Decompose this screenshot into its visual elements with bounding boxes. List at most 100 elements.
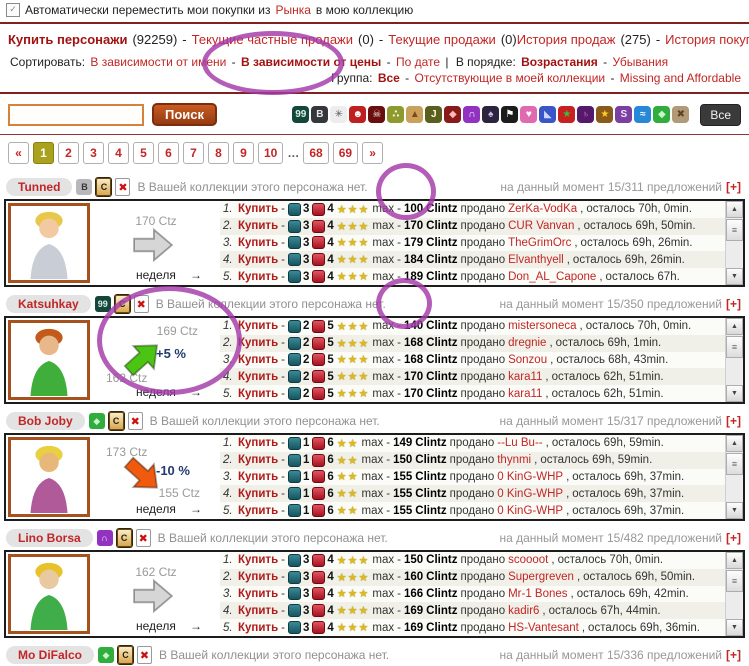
scroll-down-icon[interactable]: ▼ [726, 385, 743, 402]
page-link[interactable]: 9 [233, 142, 254, 164]
scroll-up-icon[interactable]: ▲ [726, 552, 743, 569]
scrollbar-track[interactable] [726, 241, 743, 268]
page-link[interactable]: » [362, 142, 384, 164]
clan-la-junta-mask[interactable]: ☻ [349, 106, 367, 123]
order-ascending[interactable]: Возрастания [521, 55, 598, 69]
buy-link[interactable]: Купить [238, 505, 278, 517]
expand-offers-button[interactable]: [+] [726, 414, 741, 428]
clan-pussycats[interactable]: ♥ [520, 106, 538, 123]
clan-sakrohm-star[interactable]: ★ [558, 106, 576, 123]
nav-purchase-history[interactable]: История покупок [665, 32, 749, 47]
seller-link[interactable]: kara11 [508, 388, 542, 400]
scrollbar-thumb[interactable]: ≡ [726, 336, 743, 358]
seller-link[interactable]: ZerKa-VodKa [508, 203, 577, 215]
scrollbar-thumb[interactable]: ≡ [726, 453, 743, 475]
page-link[interactable]: 7 [183, 142, 204, 164]
page-link[interactable]: … [287, 143, 299, 163]
page-link[interactable]: 3 [83, 142, 104, 164]
scroll-up-icon[interactable]: ▲ [726, 318, 743, 335]
character-name[interactable]: Tunned [6, 178, 73, 196]
seller-link[interactable]: 0 KinG-WHP [497, 471, 563, 483]
offers-scrollbar[interactable]: ▲ ≡ ▼ [725, 201, 743, 285]
not-owned-icon[interactable]: ✖ [135, 529, 151, 547]
buy-link[interactable]: Купить [238, 571, 278, 583]
offers-scrollbar[interactable]: ▲ ≡ ▼ [725, 318, 743, 402]
page-link[interactable]: 2 [58, 142, 79, 164]
scrollbar-track[interactable] [726, 592, 743, 619]
page-link[interactable]: 69 [332, 142, 359, 164]
character-name[interactable]: Bob Joby [6, 412, 85, 430]
seller-link[interactable]: TheGrimOrc [508, 237, 571, 249]
seller-link[interactable]: Elvanthyell [508, 254, 564, 266]
page-link[interactable]: 10 [258, 142, 284, 164]
clan-jungo-paw[interactable]: ∴ [387, 106, 405, 123]
search-input[interactable] [8, 103, 144, 126]
page-link[interactable]: 5 [133, 142, 154, 164]
character-portrait[interactable] [8, 437, 90, 517]
clan-skeelz-shield[interactable]: S [615, 106, 633, 123]
character-portrait[interactable] [8, 203, 90, 283]
buy-link[interactable]: Купить [238, 254, 278, 266]
order-descending[interactable]: Убывания [613, 55, 669, 69]
expand-offers-button[interactable]: [+] [726, 297, 741, 311]
buy-link[interactable]: Купить [238, 622, 278, 634]
buy-link[interactable]: Купить [238, 454, 278, 466]
clan-ulu-watu-star[interactable]: ★ [596, 106, 614, 123]
expand-offers-button[interactable]: [+] [726, 531, 741, 545]
clan-filter-all-button[interactable]: Все [700, 103, 741, 126]
clan-roots-wheel[interactable]: ✳ [330, 106, 348, 123]
buy-link[interactable]: Купить [238, 554, 278, 566]
clan-red-gem[interactable]: ◆ [444, 106, 462, 123]
scrollbar-thumb[interactable]: ≡ [726, 219, 743, 241]
sort-by-date[interactable]: По дате [396, 55, 440, 69]
seller-link[interactable]: Supergreven [508, 571, 574, 583]
page-link[interactable]: 68 [303, 142, 329, 164]
search-button[interactable]: Поиск [152, 103, 218, 126]
seller-link[interactable]: kara11 [508, 371, 542, 383]
market-link[interactable]: Рынка [275, 3, 310, 17]
scroll-down-icon[interactable]: ▼ [726, 619, 743, 636]
buy-link[interactable]: Купить [238, 588, 278, 600]
page-link[interactable]: 8 [208, 142, 229, 164]
scroll-down-icon[interactable]: ▼ [726, 502, 743, 519]
page-link[interactable]: 4 [108, 142, 129, 164]
clan-vortex-wave[interactable]: ≈ [634, 106, 652, 123]
group-all[interactable]: Все [378, 71, 400, 85]
scrollbar-track[interactable] [726, 475, 743, 502]
clan-junkz[interactable]: J [425, 106, 443, 123]
not-owned-icon[interactable]: ✖ [115, 178, 131, 196]
seller-link[interactable]: Mr-1 Bones [508, 588, 567, 600]
character-name[interactable]: Lino Borsa [6, 529, 93, 547]
clan-montana-hat[interactable]: ∩ [463, 106, 481, 123]
expand-offers-button[interactable]: [+] [726, 648, 741, 662]
nav-buy-characters[interactable]: Купить персонажи [8, 32, 127, 47]
scroll-down-icon[interactable]: ▼ [726, 268, 743, 285]
collection-card-icon[interactable]: C [116, 529, 132, 547]
clan-gheist-gem[interactable]: ◆ [653, 106, 671, 123]
sort-by-price[interactable]: В зависимости от цены [241, 55, 381, 69]
clan-leader-cross[interactable]: ✖ [672, 106, 690, 123]
scrollbar-thumb[interactable]: ≡ [726, 570, 743, 592]
clan-all-stars[interactable]: 99 [292, 106, 310, 123]
seller-link[interactable]: 0 KinG-WHP [497, 488, 563, 500]
seller-link[interactable]: HS-Vantesant [508, 622, 579, 634]
page-link[interactable]: 1 [33, 142, 54, 164]
clan-fang-pi-tunic[interactable]: ▲ [406, 106, 424, 123]
character-portrait[interactable] [8, 320, 90, 400]
seller-link[interactable]: dregnie [508, 337, 546, 349]
clan-freaks-skull[interactable]: ☠ [368, 106, 386, 123]
group-missing[interactable]: Отсутствующие в моей коллекции [415, 71, 606, 85]
buy-link[interactable]: Купить [238, 371, 278, 383]
clan-bangers[interactable]: B [311, 106, 329, 123]
buy-link[interactable]: Купить [238, 354, 278, 366]
buy-link[interactable]: Купить [238, 320, 278, 332]
scrollbar-track[interactable] [726, 358, 743, 385]
nav-private-sales[interactable]: Текущие частные продажи [192, 32, 353, 47]
buy-link[interactable]: Купить [238, 471, 278, 483]
offers-scrollbar[interactable]: ▲ ≡ ▼ [725, 552, 743, 636]
sort-by-name[interactable]: В зависимости от имени [90, 55, 226, 69]
clan-piranas-flag[interactable]: ⚑ [501, 106, 519, 123]
buy-link[interactable]: Купить [238, 203, 278, 215]
nav-sales-history[interactable]: История продаж [517, 32, 616, 47]
scroll-up-icon[interactable]: ▲ [726, 201, 743, 218]
